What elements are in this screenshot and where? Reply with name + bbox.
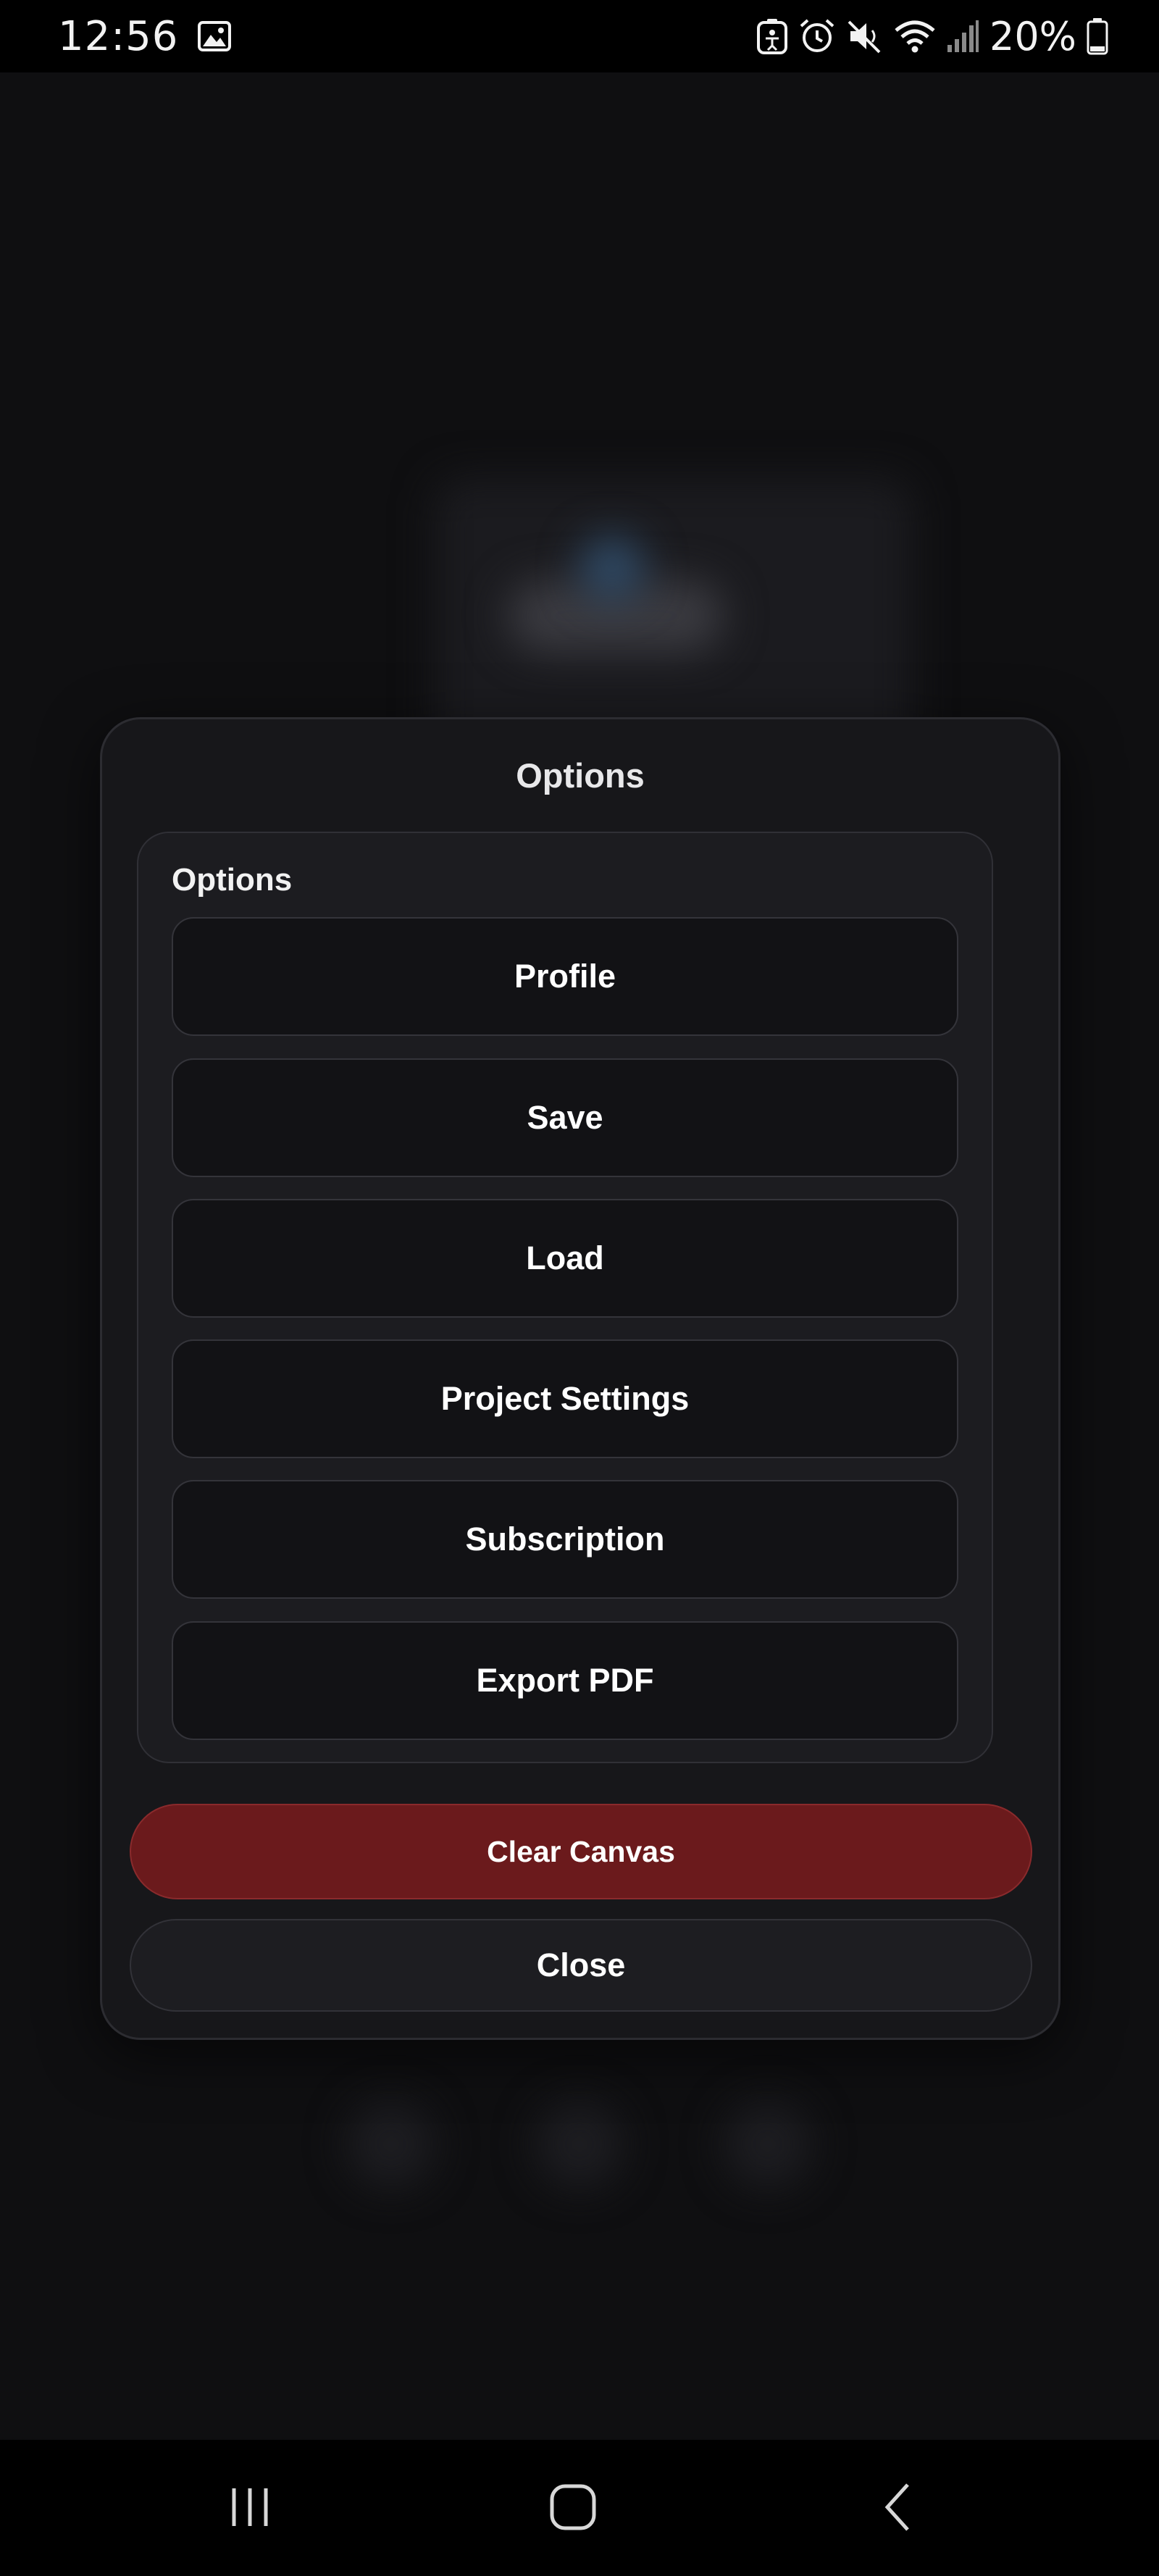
options-panel: Options Profile Save Load Project Settin…: [137, 832, 993, 1763]
screen: 12:56 20% Options Options Profile Save L…: [0, 0, 1159, 2576]
options-dialog: Options Options Profile Save Load Projec…: [100, 717, 1060, 2040]
back-button[interactable]: [859, 2469, 939, 2548]
close-button[interactable]: Close: [130, 1919, 1032, 2012]
options-heading: Options: [172, 862, 293, 898]
wifi-icon: [894, 19, 936, 54]
alarm-icon: [798, 17, 836, 55]
recent-apps-button[interactable]: [210, 2469, 290, 2548]
background-sun: [580, 536, 645, 601]
image-icon: [197, 19, 232, 54]
status-icons: 20%: [756, 14, 1108, 59]
subscription-button[interactable]: Subscription: [172, 1480, 958, 1599]
dialog-title: Options: [516, 756, 645, 795]
background-dot: [724, 2101, 811, 2188]
background-dot: [536, 2101, 623, 2188]
background-dot: [348, 2101, 435, 2188]
home-button[interactable]: [533, 2469, 613, 2548]
battery-icon: [1087, 17, 1108, 55]
clear-canvas-button[interactable]: Clear Canvas: [130, 1804, 1032, 1899]
export-pdf-button[interactable]: Export PDF: [172, 1621, 958, 1740]
mute-icon: [846, 17, 884, 55]
accessibility-icon: [756, 18, 788, 54]
status-bar: 12:56 20%: [0, 0, 1159, 72]
back-icon: [876, 2482, 922, 2536]
profile-button[interactable]: Profile: [172, 917, 958, 1036]
navigation-bar: [0, 2440, 1159, 2576]
save-button[interactable]: Save: [172, 1058, 958, 1177]
signal-icon: [946, 19, 979, 54]
load-button[interactable]: Load: [172, 1199, 958, 1318]
project-settings-button[interactable]: Project Settings: [172, 1339, 958, 1458]
recent-apps-icon: [227, 2484, 273, 2534]
status-time: 12:56: [58, 12, 179, 60]
home-icon: [548, 2482, 598, 2536]
battery-percent: 20%: [989, 13, 1076, 59]
